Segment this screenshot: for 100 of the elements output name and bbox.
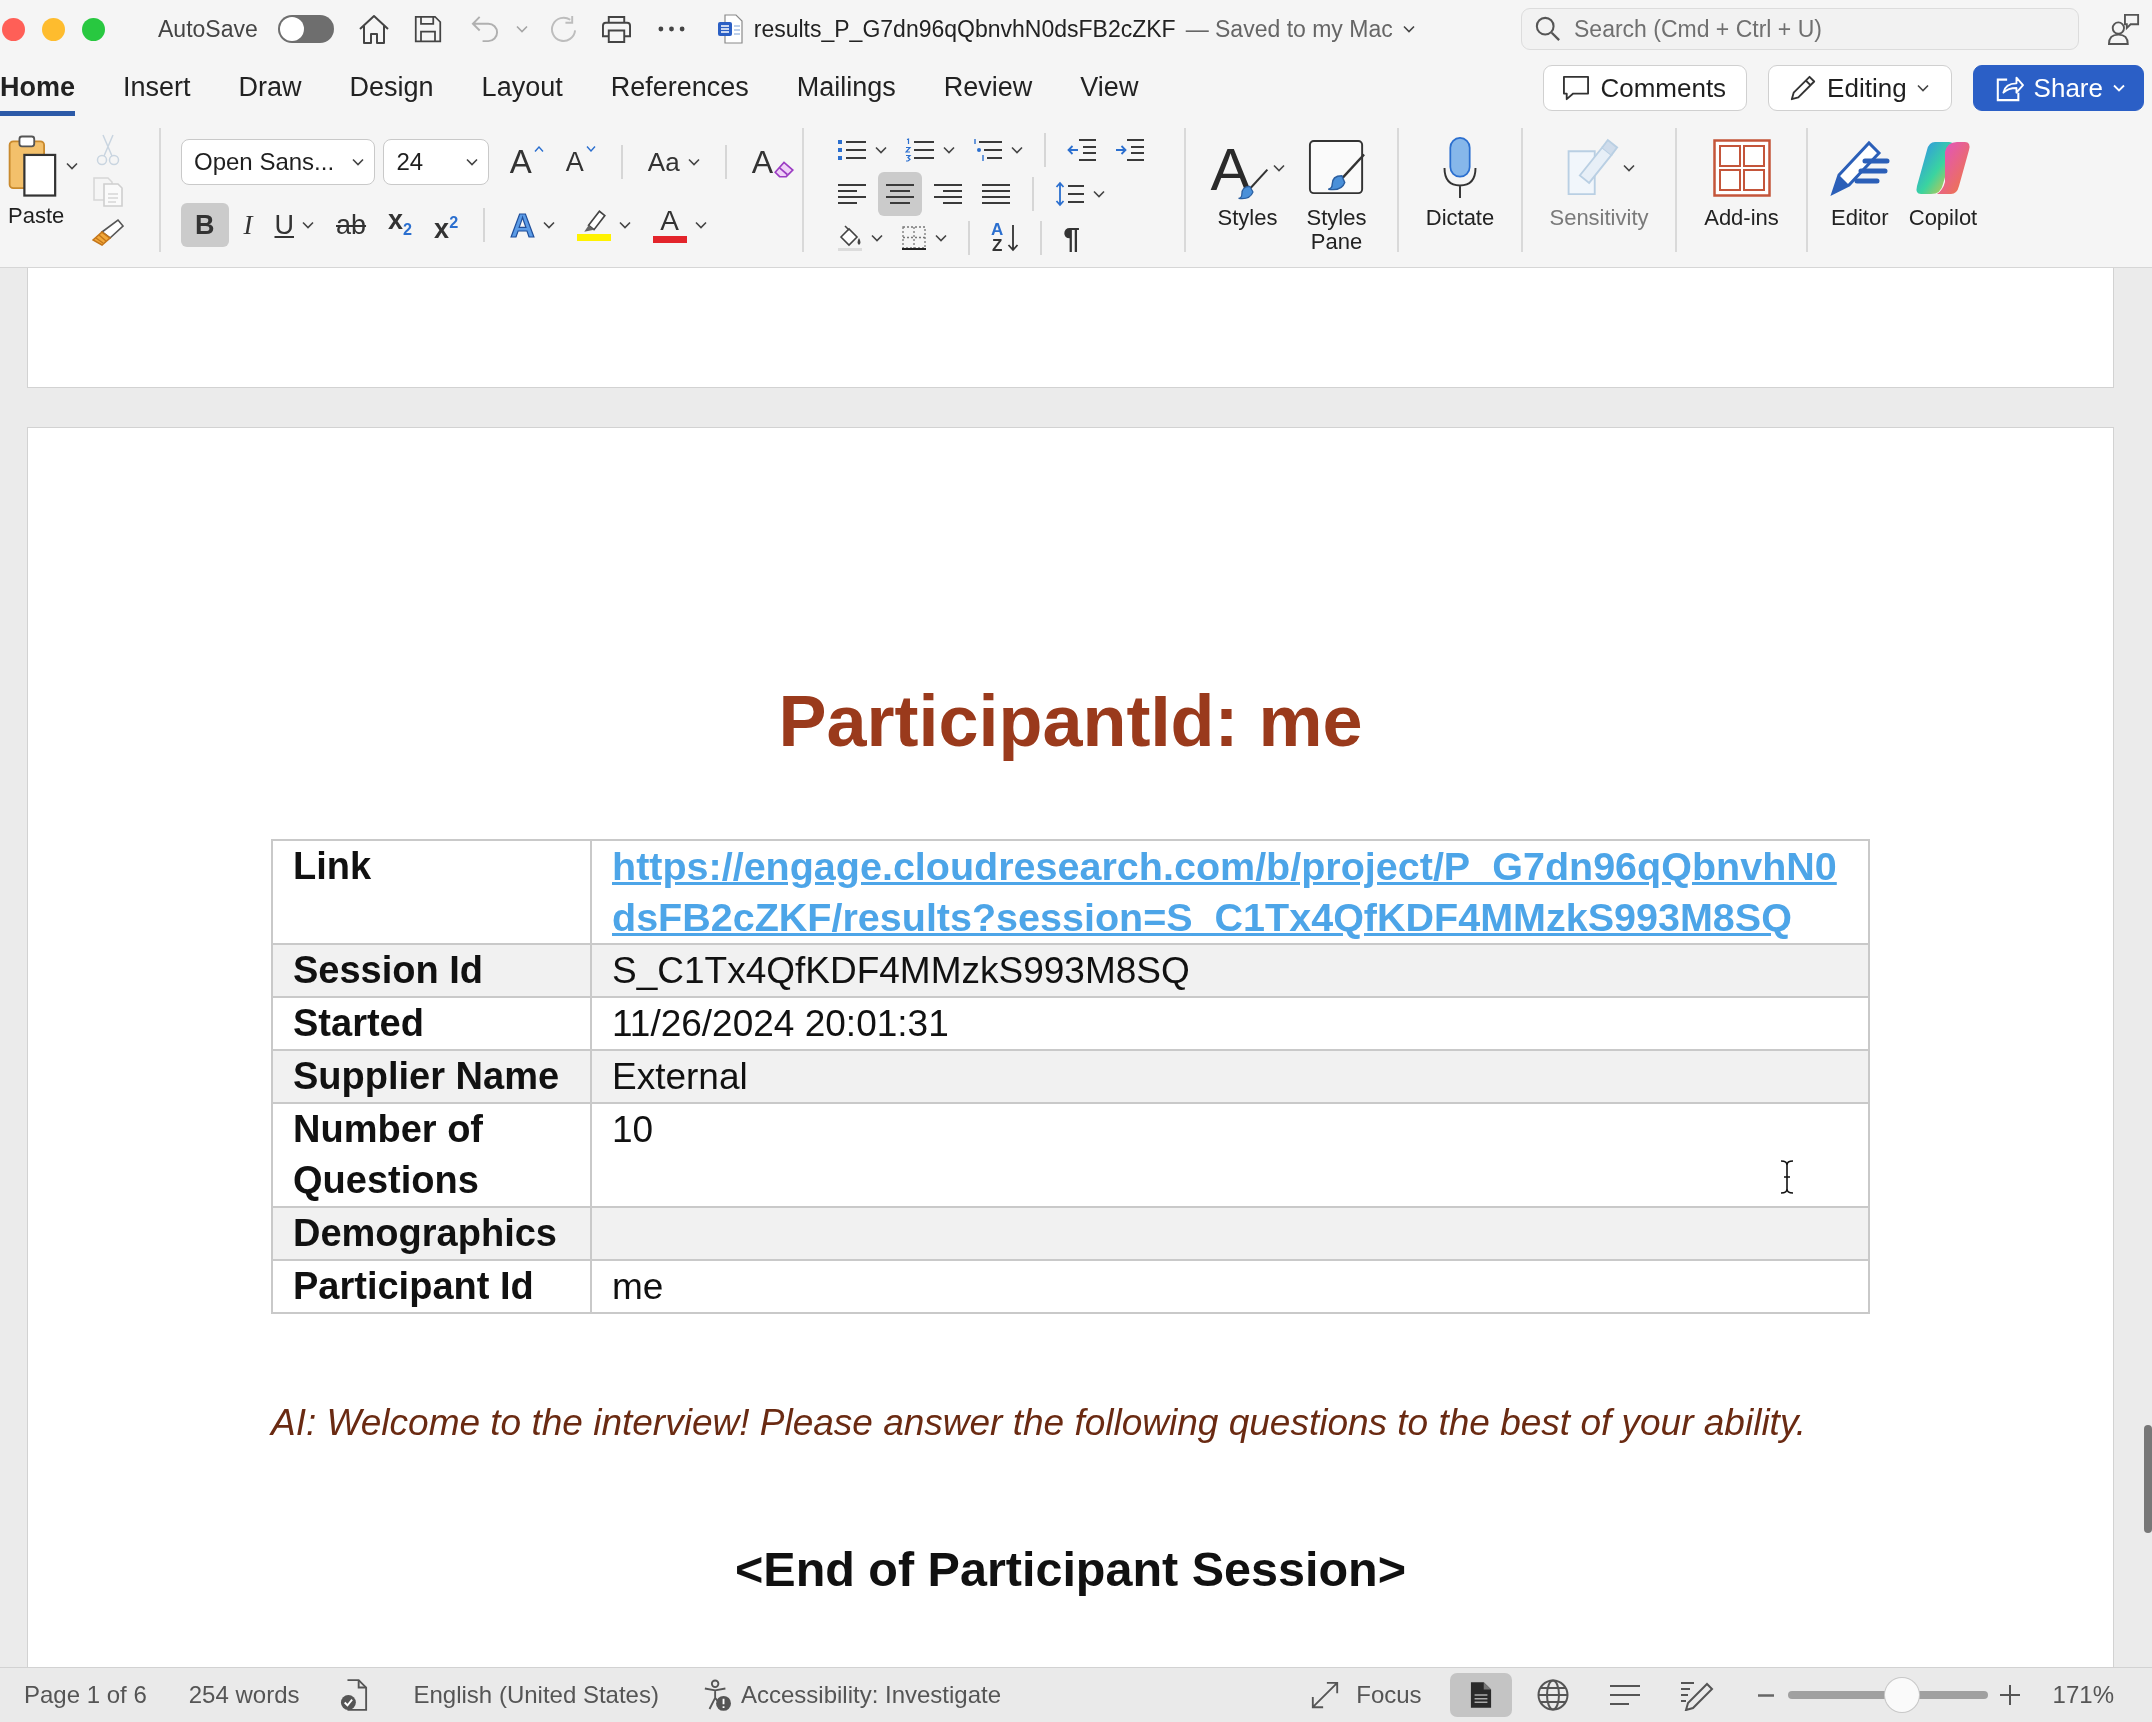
increase-indent-icon <box>1115 138 1145 162</box>
ribbon-tab[interactable]: References <box>610 58 749 116</box>
table-cell: Session Id <box>272 944 591 997</box>
close-button[interactable] <box>2 17 25 41</box>
shrink-font-button[interactable]: A <box>558 140 603 184</box>
ribbon-tab[interactable]: Mailings <box>796 58 896 116</box>
scrollbar-thumb[interactable] <box>2144 1425 2152 1533</box>
search-icon <box>1535 16 1561 42</box>
closing-line: <End of Participant Session> <box>733 1541 1408 1598</box>
font-size-dropdown[interactable]: 24 <box>383 139 489 185</box>
document-icon <box>1469 1681 1492 1709</box>
caret-icon <box>352 158 365 166</box>
ribbon-tab[interactable]: Draw <box>238 58 302 116</box>
ribbon-tab[interactable]: Review <box>943 58 1033 116</box>
caret-icon <box>465 158 478 166</box>
font-color-button[interactable]: A <box>645 203 714 247</box>
numbered-list-icon <box>905 138 935 162</box>
grid-icon <box>1712 139 1771 197</box>
page-count[interactable]: Page 1 of 6 <box>24 1681 147 1709</box>
ribbon-tab[interactable]: Insert <box>123 58 191 116</box>
caret-icon <box>542 221 555 229</box>
paste-button[interactable]: Paste <box>8 134 78 252</box>
table-cell: Demographics <box>272 1207 591 1260</box>
caret-icon <box>687 158 700 166</box>
zoom-percent[interactable]: 171% <box>2052 1681 2114 1709</box>
caret-icon <box>871 234 883 242</box>
document-name: results_P_G7dn96qQbnvhN0dsFB2cZKF <box>753 15 1176 43</box>
add-ins-button[interactable]: Add-ins <box>1704 136 1779 230</box>
editor-button[interactable]: Editor <box>1828 136 1891 230</box>
styles-button[interactable]: A Styles <box>1210 136 1285 230</box>
globe-icon <box>1536 1679 1569 1711</box>
clipboard-icon <box>8 134 58 198</box>
clear-formatting-button[interactable]: A <box>744 140 802 184</box>
zoom-slider[interactable] <box>1787 1678 1988 1712</box>
ribbon-tab[interactable]: Home <box>0 58 75 116</box>
caret-icon[interactable] <box>1402 25 1415 33</box>
paint-bucket-icon <box>837 225 863 251</box>
zoom-out-icon[interactable] <box>1757 1693 1774 1697</box>
copilot-button[interactable]: Copilot <box>1908 136 1978 230</box>
show-formatting-button[interactable]: ¶ <box>1056 216 1087 260</box>
comments-button[interactable]: Comments <box>1543 65 1748 111</box>
accessibility-icon <box>702 1679 731 1711</box>
print-icon[interactable] <box>599 14 633 44</box>
table-cell: Supplier Name <box>272 1050 591 1103</box>
ribbon-tab[interactable]: View <box>1080 58 1139 116</box>
people-chat-icon[interactable] <box>2108 13 2140 45</box>
bold-button[interactable]: B <box>181 203 229 247</box>
justify-icon <box>981 183 1011 205</box>
lines-icon <box>1608 1684 1641 1706</box>
table-cell: Participant Id <box>272 1260 591 1313</box>
zoom-in-icon[interactable] <box>1999 1685 2020 1705</box>
align-center-button[interactable] <box>878 172 922 216</box>
eraser-icon <box>773 160 795 178</box>
styles-pane-icon <box>1307 139 1366 197</box>
align-left-icon <box>837 183 867 205</box>
print-layout-button[interactable] <box>1449 1673 1512 1717</box>
caret-icon <box>618 221 631 229</box>
font-name-dropdown[interactable]: Open Sans... <box>181 139 376 185</box>
ribbon-tab[interactable]: Layout <box>481 58 563 116</box>
editing-mode-button[interactable]: Editing <box>1768 65 1952 111</box>
save-status: — Saved to my Mac <box>1185 15 1393 43</box>
more-icon[interactable] <box>657 26 685 32</box>
table-cell: Link <box>272 840 591 944</box>
caret-down-icon <box>585 146 596 152</box>
search-field[interactable]: Search (Cmd + Ctrl + U) <box>1521 8 2079 50</box>
home-icon[interactable] <box>357 13 390 45</box>
strikethrough-button[interactable]: ab <box>329 203 374 247</box>
language-label[interactable]: English (United States) <box>413 1681 659 1709</box>
word-count[interactable]: 254 words <box>188 1681 300 1709</box>
sort-button[interactable]: A Z <box>984 216 1027 260</box>
caret-icon <box>1623 164 1635 172</box>
accessibility-button[interactable]: Accessibility: Investigate <box>702 1679 1002 1711</box>
table-cell: S_C1Tx4QfKDF4MMzkS993M8SQ <box>591 944 1869 997</box>
styles-pane-button[interactable]: Styles Pane <box>1300 136 1373 254</box>
share-button[interactable]: Share <box>1972 65 2144 111</box>
paintbrush-icon[interactable] <box>92 218 124 246</box>
proofing-icon[interactable] <box>339 1679 368 1711</box>
speech-bubble-icon <box>1562 75 1591 101</box>
multilevel-list-icon <box>973 138 1003 162</box>
italic-button[interactable]: I <box>236 203 260 247</box>
decrease-indent-icon <box>1067 138 1097 162</box>
autosave-toggle[interactable] <box>277 15 334 43</box>
bullet-list-icon <box>837 138 867 162</box>
caret-icon <box>1011 146 1023 154</box>
caret-icon <box>694 221 707 229</box>
save-icon[interactable] <box>413 15 442 43</box>
pencil-icon <box>1789 74 1818 102</box>
focus-button[interactable]: Focus <box>1310 1680 1422 1710</box>
dictate-button[interactable]: Dictate <box>1425 136 1495 230</box>
subscript-button[interactable]: x$_{2}$ <box>381 203 420 247</box>
slider-thumb[interactable] <box>1884 1678 1919 1712</box>
grow-font-button[interactable]: A <box>502 140 551 184</box>
ribbon-tab[interactable]: Design <box>349 58 434 116</box>
change-case-button[interactable]: Aa <box>640 140 707 184</box>
table-cell: me <box>591 1260 1869 1313</box>
align-right-icon <box>933 183 963 205</box>
caret-up-icon <box>533 146 544 152</box>
superscript-button[interactable]: x$^{2}$ <box>427 203 466 247</box>
underline-button[interactable]: U <box>267 203 321 247</box>
caret-icon <box>935 234 947 242</box>
